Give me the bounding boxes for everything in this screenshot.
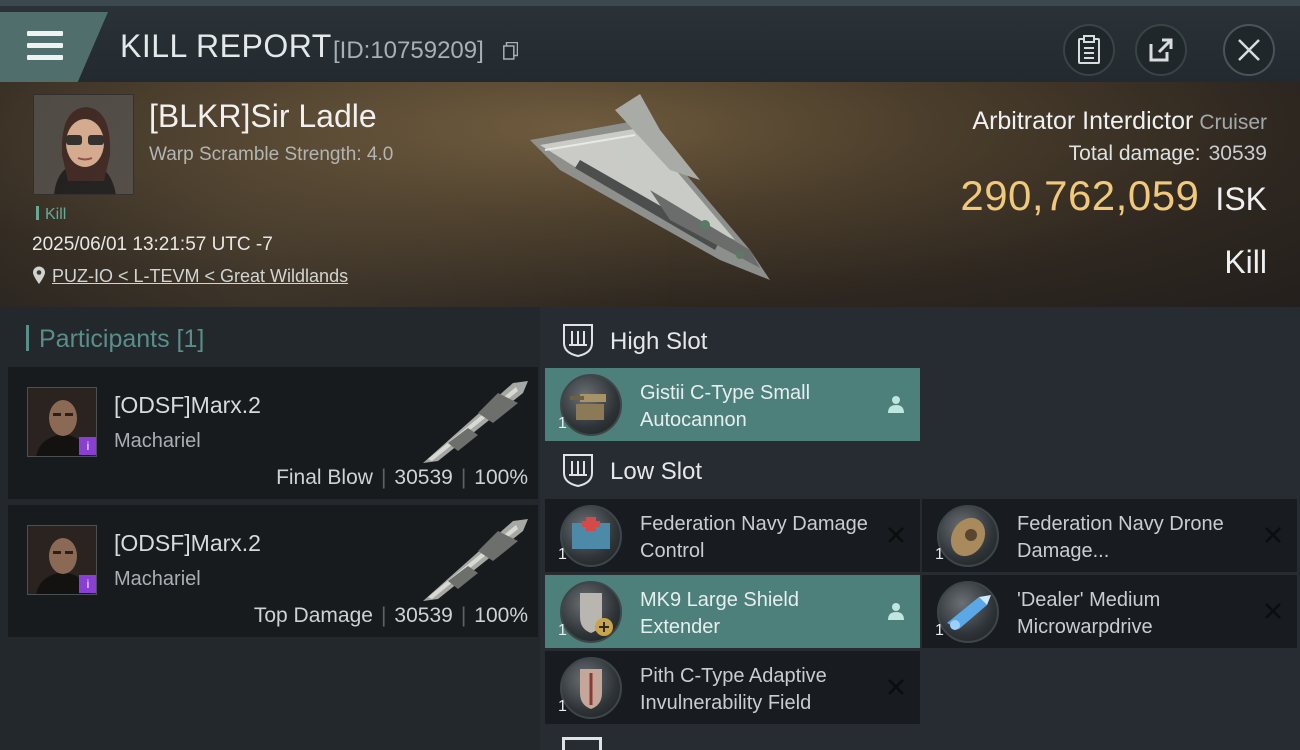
kill-location[interactable]: PUZ-IO < L-TEVM < Great Wildlands [32, 266, 348, 287]
victim-ship-class: Cruiser [1199, 111, 1267, 134]
kill-tag: Kill [36, 206, 66, 224]
participant-role: Top Damage [253, 604, 373, 627]
module-name: Federation Navy Damage Control [640, 513, 868, 562]
participant-percent: 100% [474, 604, 528, 627]
victim-name: [BLKR]Sir Ladle [149, 98, 377, 134]
module-quantity: 1 [935, 622, 944, 639]
victim-ship-type[interactable]: Arbitrator Interdictor [972, 107, 1193, 135]
warp-scramble-strength: Warp Scramble Strength: 4.0 [149, 144, 394, 165]
microwarpdrive-icon [937, 581, 999, 643]
isk-value: 290,762,059 ISK [960, 172, 1267, 220]
total-damage-value: 30539 [1208, 142, 1267, 165]
clipboard-button[interactable] [1063, 24, 1115, 76]
kill-timestamp: 2025/06/01 13:21:57 UTC -7 [32, 234, 273, 255]
participant-ship-image [423, 381, 528, 463]
damage-control-icon [560, 505, 622, 567]
info-badge-icon[interactable]: i [79, 437, 96, 455]
participant-ship: Machariel [114, 430, 201, 452]
location-link[interactable]: PUZ-IO < L-TEVM < Great Wildlands [52, 266, 348, 286]
close-icon [1238, 39, 1260, 61]
invulnerability-field-icon [560, 657, 622, 719]
participant-avatar[interactable]: i [27, 525, 97, 595]
participant-percent: 100% [474, 466, 528, 489]
victim-ship-image [530, 94, 770, 280]
module-name: Federation Navy Drone Damage... [1017, 513, 1224, 562]
participant-name[interactable]: [ODSF]Marx.2 [114, 392, 261, 419]
high-slot-label: High Slot [610, 328, 708, 355]
module-quantity: 1 [558, 415, 567, 432]
participant-avatar[interactable]: i [27, 387, 97, 457]
next-slot-heading-partial [562, 737, 602, 750]
isk-amount: 290,762,059 [960, 172, 1200, 219]
module-item[interactable]: 1 'Dealer' Medium Microwarpdrive [922, 575, 1297, 648]
drone-damage-icon [937, 505, 999, 567]
fitting-panel: High Slot 1 Gistii C-Type Small Autocann… [540, 307, 1300, 750]
participant-stats: Final Blow | 30539 | 100% [276, 466, 528, 489]
module-item[interactable]: 1 Pith C-Type Adaptive Invulnerability F… [545, 651, 920, 724]
module-quantity: 1 [935, 546, 944, 563]
page-title: KILL REPORT [120, 28, 332, 64]
participant-ship-image [423, 519, 528, 601]
header-bar: KILL REPORT [ID:10759209] [0, 0, 1300, 82]
low-slot-icon [563, 454, 593, 487]
kill-tag-label: Kill [45, 206, 67, 223]
victim-avatar-image [34, 95, 133, 194]
fitted-person-icon [888, 603, 904, 620]
kill-result: Kill [1224, 244, 1267, 280]
low-slot-heading: Low Slot [562, 453, 702, 487]
high-slot-icon [563, 324, 593, 357]
module-name: Pith C-Type Adaptive Invulnerability Fie… [640, 665, 827, 714]
kill-banner: [BLKR]Sir Ladle Warp Scramble Strength: … [0, 82, 1300, 307]
location-pin-icon [33, 266, 45, 284]
module-item[interactable]: 1 Gistii C-Type Small Autocannon [545, 368, 920, 441]
participant-row[interactable]: i [ODSF]Marx.2 Machariel Top Damage | 3053… [8, 505, 538, 637]
module-item[interactable]: 1 MK9 Large Shield Extender [545, 575, 920, 648]
autocannon-icon [560, 374, 622, 436]
module-name: 'Dealer' Medium Microwarpdrive [1017, 589, 1161, 638]
participant-ship: Machariel [114, 568, 201, 590]
participant-role: Final Blow [276, 466, 373, 489]
destroyed-x-icon [888, 527, 904, 543]
destroyed-x-icon [888, 679, 904, 695]
module-item[interactable]: 1 Federation Navy Drone Damage... [922, 499, 1297, 572]
close-button[interactable] [1223, 24, 1275, 76]
shield-extender-icon [560, 581, 622, 643]
victim-portrait[interactable] [33, 94, 134, 195]
total-damage-label: Total damage: [1068, 142, 1201, 165]
module-quantity: 1 [558, 546, 567, 563]
module-item[interactable]: 1 Federation Navy Damage Control [545, 499, 920, 572]
participant-name[interactable]: [ODSF]Marx.2 [114, 530, 261, 557]
participants-heading-label: Participants [1] [39, 325, 205, 353]
participant-damage: 30539 [394, 466, 453, 489]
high-slot-heading: High Slot [562, 323, 707, 357]
destroyed-x-icon [1265, 603, 1281, 619]
module-name: MK9 Large Shield Extender [640, 589, 799, 638]
info-badge-icon[interactable]: i [79, 575, 96, 593]
module-quantity: 1 [558, 698, 567, 715]
share-button[interactable] [1135, 24, 1187, 76]
victim-ship-name: Arbitrator Interdictor Cruiser [972, 107, 1267, 136]
destroyed-x-icon [1265, 527, 1281, 543]
copy-icon[interactable] [503, 42, 518, 60]
isk-currency: ISK [1215, 181, 1267, 217]
module-name: Gistii C-Type Small Autocannon [640, 382, 811, 431]
total-damage: Total damage: 30539 [1069, 142, 1267, 166]
participant-stats: Top Damage | 30539 | 100% [253, 604, 528, 627]
module-quantity: 1 [558, 622, 567, 639]
low-slot-label: Low Slot [610, 458, 703, 485]
participant-row[interactable]: i [ODSF]Marx.2 Machariel Final Blow | 3053… [8, 367, 538, 499]
share-icon [1149, 38, 1173, 62]
participants-panel: Participants [1] i [ODSF]Marx.2 Macharie… [0, 307, 540, 750]
hamburger-icon [27, 31, 63, 61]
report-id: [ID:10759209] [333, 37, 484, 64]
participant-damage: 30539 [394, 604, 453, 627]
participants-heading: Participants [1] [26, 325, 204, 354]
fitted-person-icon [888, 396, 904, 413]
menu-button[interactable] [0, 12, 108, 82]
clipboard-icon [1078, 35, 1100, 64]
